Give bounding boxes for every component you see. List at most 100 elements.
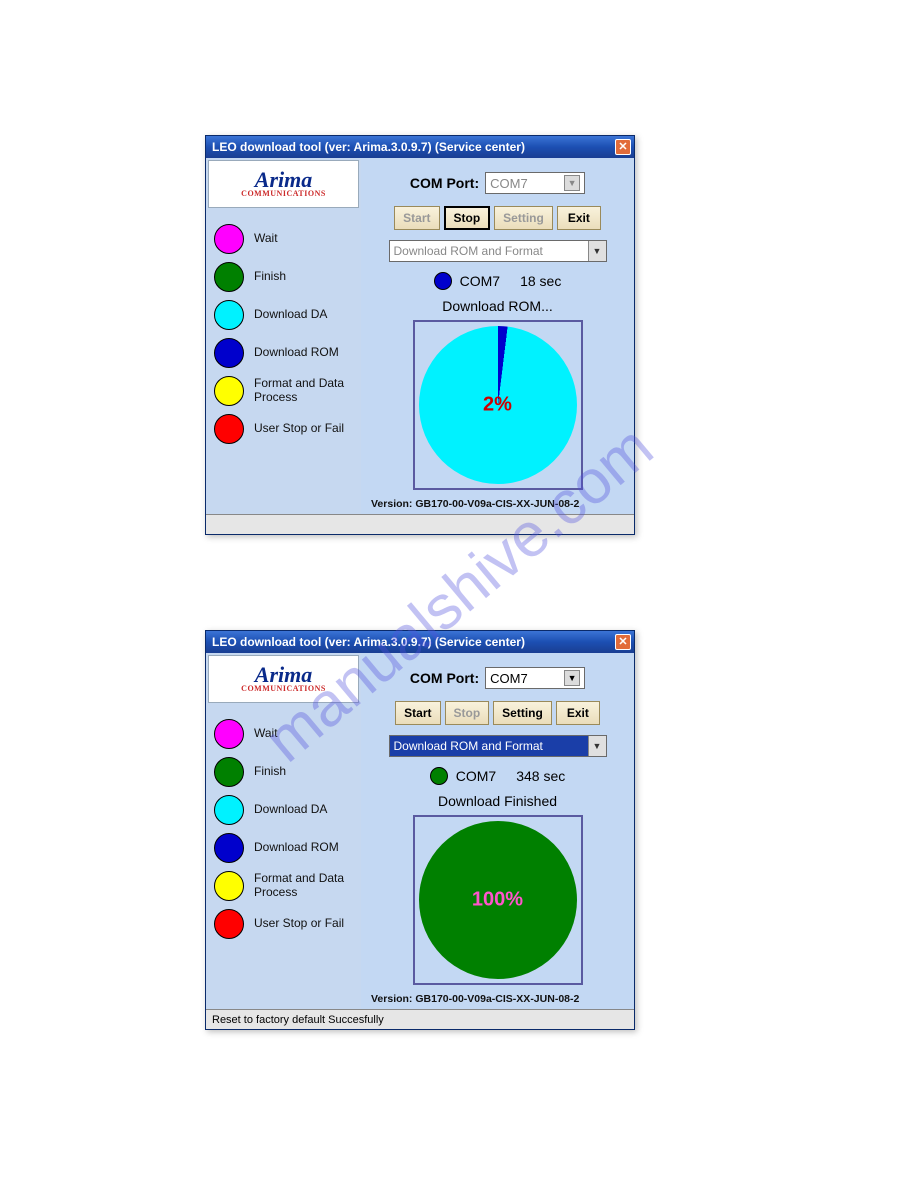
download-rom-swatch (214, 338, 244, 368)
legend-item-finish: Finish (214, 757, 355, 787)
legend-item-download-rom: Download ROM (214, 338, 355, 368)
close-icon[interactable]: ✕ (615, 139, 631, 155)
exit-button[interactable]: Exit (556, 701, 600, 725)
leo-download-tool-window-2: LEO download tool (ver: Arima.3.0.9.7) (… (205, 630, 635, 1030)
legend-item-finish: Finish (214, 262, 355, 292)
logo: Arima COMMUNICATIONS (208, 160, 359, 208)
progress-pie: 2% (419, 326, 577, 484)
legend-label: User Stop or Fail (254, 422, 344, 436)
comport-select[interactable]: COM7 ▼ (485, 172, 585, 194)
exit-button[interactable]: Exit (557, 206, 601, 230)
download-da-swatch (214, 795, 244, 825)
legend-item-wait: Wait (214, 224, 355, 254)
operation-select[interactable]: Download ROM and Format ▼ (389, 240, 607, 262)
titlebar[interactable]: LEO download tool (ver: Arima.3.0.9.7) (… (206, 136, 634, 158)
legend-item-fail: User Stop or Fail (214, 909, 355, 939)
comport-value: COM7 (490, 176, 528, 191)
status-time: 18 sec (520, 273, 561, 289)
comport-label: COM Port: (410, 670, 479, 686)
status-bar-text: Reset to factory default Succesfully (212, 1014, 384, 1026)
button-row: Start Stop Setting Exit (394, 206, 601, 230)
comport-row: COM Port: COM7 ▼ (410, 667, 585, 689)
logo-main: Arima (255, 665, 312, 685)
legend: Wait Finish Download DA Download RO (206, 705, 361, 939)
progress-percent: 2% (483, 394, 512, 417)
fail-swatch (214, 909, 244, 939)
logo-sub: COMMUNICATIONS (241, 189, 326, 198)
chevron-down-icon: ▼ (564, 175, 580, 191)
button-row: Start Stop Setting Exit (395, 701, 600, 725)
legend-label: Wait (254, 232, 278, 246)
operation-select[interactable]: Download ROM and Format ▼ (389, 735, 607, 757)
format-swatch (214, 376, 244, 406)
legend-item-download-da: Download DA (214, 300, 355, 330)
progress-percent: 100% (472, 889, 523, 912)
legend: Wait Finish Download DA Download RO (206, 210, 361, 444)
stop-button[interactable]: Stop (445, 701, 490, 725)
status-row: COM7 18 sec (434, 272, 562, 290)
main-panel: COM Port: COM7 ▼ Start Stop Setting Exit… (361, 158, 634, 514)
status-bar: Reset to factory default Succesfully (206, 1009, 634, 1029)
stop-button[interactable]: Stop (444, 206, 491, 230)
leo-download-tool-window-1: LEO download tool (ver: Arima.3.0.9.7) (… (205, 135, 635, 535)
status-bar (206, 514, 634, 534)
legend-label: Finish (254, 765, 286, 779)
progress-pie: 100% (419, 821, 577, 979)
main-panel: COM Port: COM7 ▼ Start Stop Setting Exit… (361, 653, 634, 1009)
legend-label: Download ROM (254, 346, 339, 360)
legend-label: Finish (254, 270, 286, 284)
wait-swatch (214, 224, 244, 254)
format-swatch (214, 871, 244, 901)
status-time: 348 sec (516, 768, 565, 784)
version-label: Version: GB170-00-V09a-CIS-XX-JUN-08-2 (369, 496, 579, 514)
sidebar: Arima COMMUNICATIONS Wait Finish (206, 653, 361, 1009)
logo-main: Arima (255, 170, 312, 190)
comport-select[interactable]: COM7 ▼ (485, 667, 585, 689)
titlebar[interactable]: LEO download tool (ver: Arima.3.0.9.7) (… (206, 631, 634, 653)
legend-label: User Stop or Fail (254, 917, 344, 931)
chevron-down-icon: ▼ (564, 670, 580, 686)
comport-label: COM Port: (410, 175, 479, 191)
window-title: LEO download tool (ver: Arima.3.0.9.7) (… (212, 140, 525, 154)
legend-item-download-da: Download DA (214, 795, 355, 825)
legend-label: Format and Data Process (254, 872, 355, 900)
operation-value: Download ROM and Format (394, 244, 543, 258)
fail-swatch (214, 414, 244, 444)
legend-item-fail: User Stop or Fail (214, 414, 355, 444)
download-rom-swatch (214, 833, 244, 863)
comport-value: COM7 (490, 671, 528, 686)
progress-pie-frame: 2% (413, 320, 583, 490)
legend-item-format: Format and Data Process (214, 376, 355, 406)
wait-swatch (214, 719, 244, 749)
legend-label: Format and Data Process (254, 377, 355, 405)
status-port: COM7 (456, 768, 496, 784)
phase-label: Download Finished (438, 793, 557, 809)
window-title: LEO download tool (ver: Arima.3.0.9.7) (… (212, 635, 525, 649)
status-dot-icon (434, 272, 452, 290)
close-icon[interactable]: ✕ (615, 634, 631, 650)
start-button[interactable]: Start (394, 206, 439, 230)
version-label: Version: GB170-00-V09a-CIS-XX-JUN-08-2 (369, 991, 579, 1009)
finish-swatch (214, 757, 244, 787)
chevron-down-icon: ▼ (588, 736, 606, 756)
status-port: COM7 (460, 273, 500, 289)
legend-label: Download DA (254, 803, 327, 817)
chevron-down-icon: ▼ (588, 241, 606, 261)
status-dot-icon (430, 767, 448, 785)
phase-label: Download ROM... (442, 298, 552, 314)
legend-label: Download ROM (254, 841, 339, 855)
setting-button[interactable]: Setting (494, 206, 553, 230)
legend-item-format: Format and Data Process (214, 871, 355, 901)
legend-label: Wait (254, 727, 278, 741)
legend-label: Download DA (254, 308, 327, 322)
comport-row: COM Port: COM7 ▼ (410, 172, 585, 194)
operation-value: Download ROM and Format (394, 739, 543, 753)
setting-button[interactable]: Setting (493, 701, 552, 725)
logo-sub: COMMUNICATIONS (241, 684, 326, 693)
sidebar: Arima COMMUNICATIONS Wait Finish (206, 158, 361, 514)
finish-swatch (214, 262, 244, 292)
status-row: COM7 348 sec (430, 767, 566, 785)
download-da-swatch (214, 300, 244, 330)
start-button[interactable]: Start (395, 701, 440, 725)
logo: Arima COMMUNICATIONS (208, 655, 359, 703)
